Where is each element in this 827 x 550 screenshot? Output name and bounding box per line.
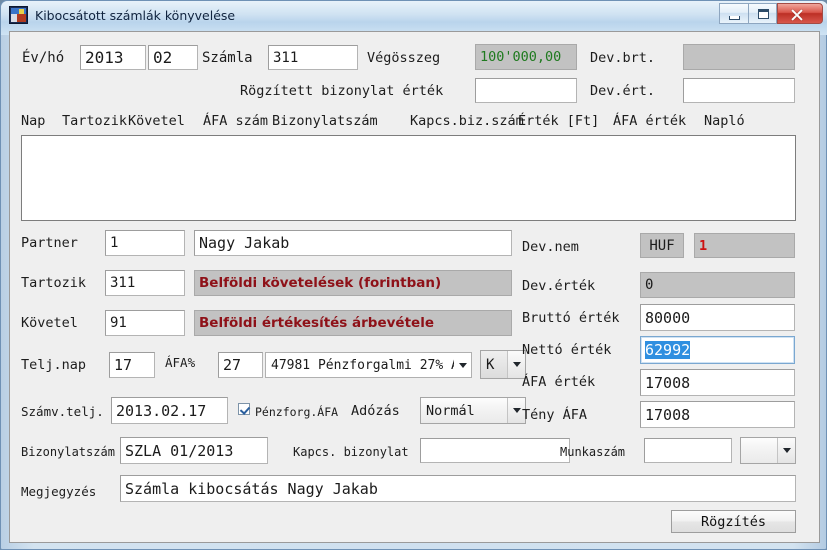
window-controls [719,3,823,25]
megjegyzes-label: Megjegyzés [21,484,97,499]
afaertek-input[interactable]: 17008 [640,369,795,396]
netto-label: Nettó érték [522,342,612,358]
submit-button[interactable]: Rögzítés [671,510,796,533]
afaertek-label: ÁFA érték [522,374,596,390]
tartozik-kovetel-combo[interactable]: K [480,350,526,379]
brutto-input[interactable]: 80000 [640,304,795,331]
adozas-combo-value: Normál [426,402,475,419]
vegosszeg-label: Végösszeg [367,50,441,66]
devbrt-value [683,44,795,70]
netto-input-selected-text: 62992 [645,341,691,359]
szamla-input[interactable]: 311 [268,45,358,70]
bizonylatszam-label: Bizonylatszám [21,445,115,459]
app-icon [9,6,28,24]
devert-input[interactable] [683,78,795,103]
window-title: Kibocsátott számlák könyvelése [35,8,236,23]
devnem-rate: 1 [694,233,795,258]
devert-label: Dev.ért. [590,83,656,99]
evho-label: Év/hó [22,50,65,66]
megjegyzes-input[interactable]: Számla kibocsátás Nagy Jakab [120,475,796,502]
chevron-down-icon[interactable] [777,438,795,463]
munkaszam-input[interactable] [644,438,732,463]
teljnap-input[interactable]: 17 [109,352,155,378]
munkaszam-combo[interactable] [740,437,796,464]
year-input[interactable]: 2013 [80,45,146,70]
kovetel-code-input[interactable]: 91 [105,310,185,336]
brutto-label: Bruttó érték [522,310,620,326]
minimize-button[interactable] [719,3,748,24]
tenyafa-label: Tény ÁFA [522,407,588,423]
devertek-label: Dev.érték [522,278,596,294]
maximize-button[interactable] [748,3,777,24]
szamvtelj-input[interactable]: 2013.02.17 [111,397,228,424]
column-header-kovetel: Követel [128,113,185,129]
column-header-bizonylatszam: Bizonylatszám [272,113,378,129]
column-header-ertek-ft: Érték [Ft] [518,113,600,129]
application-window: Kibocsátott számlák könyvelése Év/hó 201… [0,0,827,550]
kapcs-bizonylat-input[interactable] [420,438,570,463]
column-header-afa-szam: ÁFA szám [203,113,269,129]
tartozik-description: Belföldi követelések (forintban) [194,270,512,296]
afa-percent-label: ÁFA% [165,355,196,370]
adozas-combo[interactable]: Normál [420,397,526,424]
minimize-icon [729,16,740,20]
chevron-down-icon[interactable] [454,353,471,377]
partner-label: Partner [21,235,78,251]
title-bar[interactable]: Kibocsátott számlák könyvelése [1,1,827,31]
penzforgalmi-afa-checkbox[interactable] [238,403,250,415]
tartozik-kovetel-combo-value: K [486,356,495,373]
partner-code-input[interactable]: 1 [105,230,185,256]
maximize-icon [758,9,769,19]
afa-code-combo[interactable]: 47981 Pénzforgalmi 27% Á [265,352,472,378]
devertek-value: 0 [640,272,795,298]
column-header-afa-ertek: ÁFA érték [613,113,687,129]
tartozik-code-input[interactable]: 311 [105,270,185,296]
invoice-lines-list[interactable] [21,135,796,221]
rogzitett-bizonylat-ertek-input[interactable] [475,78,577,103]
rogzitett-bizonylat-ertek-label: Rögzített bizonylat érték [240,83,444,99]
bizonylatszam-input[interactable]: SZLA 01/2013 [120,437,268,464]
munkaszam-label: Munkaszám [560,445,626,459]
netto-input[interactable]: 62992 [640,336,795,364]
kovetel-label: Követel [21,315,78,331]
adozas-label: Adózás [351,403,400,419]
column-header-tartozik: Tartozik [62,113,128,129]
szamvtelj-label: Számv.telj. [21,404,104,419]
devbrt-label: Dev.brt. [590,50,656,66]
szamla-label: Számla [202,50,253,66]
client-area: Év/hó 2013 02 Számla 311 Végösszeg 100'0… [9,31,820,543]
afa-percent-input[interactable]: 27 [218,352,263,378]
penzforgalmi-afa-label: Pénzforg.ÁFA [255,405,339,419]
vegosszeg-value: 100'000,00 [475,44,577,70]
month-input[interactable]: 02 [148,45,198,70]
tartozik-label: Tartozik [21,275,87,291]
partner-name-input[interactable]: Nagy Jakab [194,230,512,256]
tenyafa-input[interactable]: 17008 [640,401,795,428]
devnem-label: Dev.nem [522,239,579,255]
close-button[interactable] [777,3,823,24]
afa-code-combo-value: 47981 Pénzforgalmi 27% Á [271,357,454,373]
column-header-naplo: Napló [704,113,745,129]
column-header-kapcs-biz-szam: Kapcs.biz.szám [410,113,524,129]
devnem-value: HUF [640,233,684,258]
kovetel-description: Belföldi értékesítés árbevétele [194,310,512,336]
kapcs-bizonylat-label: Kapcs. bizonylat [293,445,409,459]
teljnap-label: Telj.nap [21,357,87,373]
column-header-nap: Nap [21,113,46,129]
